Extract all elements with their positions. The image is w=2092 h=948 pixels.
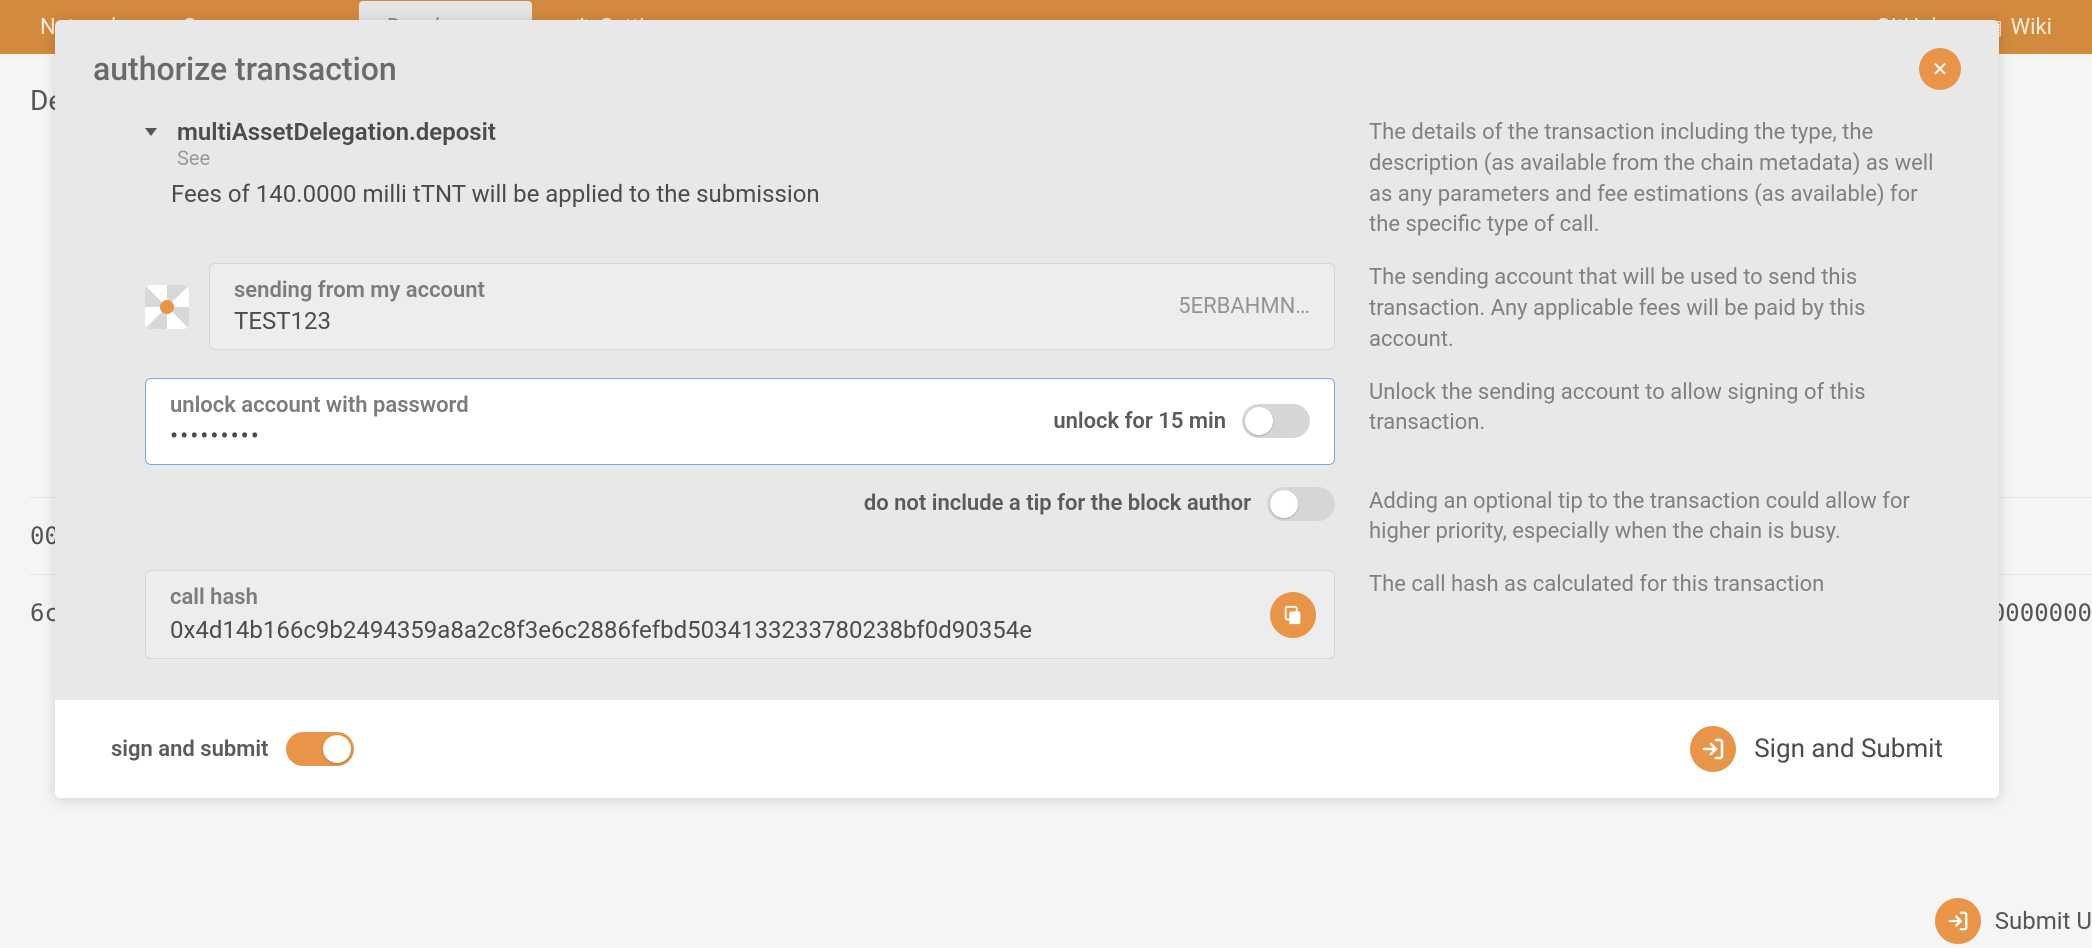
call-hash-value: 0x4d14b166c9b2494359a8a2c8f3e6c2886fefbd… (170, 616, 1244, 644)
call-summary[interactable]: multiAssetDelegation.deposit See (145, 118, 1335, 170)
account-desc: The sending account that will be used to… (1369, 263, 1939, 355)
modal-footer: sign and submit Sign and Submit (55, 699, 1999, 798)
nav-label: Wiki (2011, 15, 2052, 40)
tip-label: do not include a tip for the block autho… (864, 491, 1251, 516)
modal-header: authorize transaction ✕ (55, 20, 1999, 108)
account-selector[interactable]: sending from my account TEST123 5ERBAHMN… (209, 263, 1335, 350)
authorize-transaction-modal: authorize transaction ✕ multiAssetDelega… (55, 20, 1999, 798)
modal-title: authorize transaction (93, 50, 397, 88)
sign-in-icon (1935, 898, 1981, 944)
account-identicon (145, 285, 189, 329)
sign-and-submit-label: Sign and Submit (1754, 734, 1943, 764)
password-field[interactable]: unlock account with password ••••••••• u… (145, 378, 1335, 465)
bg-submit-label: Submit U (1995, 907, 2092, 935)
close-icon: ✕ (1932, 57, 1949, 81)
close-button[interactable]: ✕ (1919, 48, 1961, 90)
tip-desc: Adding an optional tip to the transactio… (1369, 487, 1939, 549)
account-name: TEST123 (234, 307, 1178, 335)
unlock-15min-label: unlock for 15 min (1053, 409, 1226, 434)
call-hash-desc: The call hash as calculated for this tra… (1369, 570, 1939, 601)
chevron-down-icon (145, 128, 157, 136)
call-see: See (177, 146, 496, 170)
sign-submit-toggle-label: sign and submit (111, 737, 268, 762)
copy-icon (1282, 604, 1304, 626)
call-hash-label: call hash (170, 585, 1244, 610)
password-label: unlock account with password (170, 393, 1014, 418)
sign-in-icon (1690, 726, 1736, 772)
bg-submit-button[interactable]: Submit U (1935, 898, 2092, 944)
tip-toggle[interactable] (1267, 487, 1335, 521)
call-desc: The details of the transaction including… (1369, 118, 1939, 241)
password-desc: Unlock the sending account to allow sign… (1369, 378, 1939, 440)
password-value: ••••••••• (170, 422, 1014, 450)
call-name: multiAssetDelegation.deposit (177, 118, 496, 146)
account-address-short: 5ERBAHMN… (1178, 294, 1310, 319)
bg-row-right: 0000000 (1991, 599, 2092, 627)
fees-line: Fees of 140.0000 milli tTNT will be appl… (171, 180, 1335, 208)
call-hash-box: call hash 0x4d14b166c9b2494359a8a2c8f3e6… (145, 570, 1335, 659)
sign-and-submit-button[interactable]: Sign and Submit (1690, 726, 1943, 772)
unlock-15min-toggle[interactable] (1242, 404, 1310, 438)
copy-call-hash-button[interactable] (1270, 592, 1316, 638)
account-label: sending from my account (234, 278, 1178, 303)
sign-submit-toggle[interactable] (286, 732, 354, 766)
